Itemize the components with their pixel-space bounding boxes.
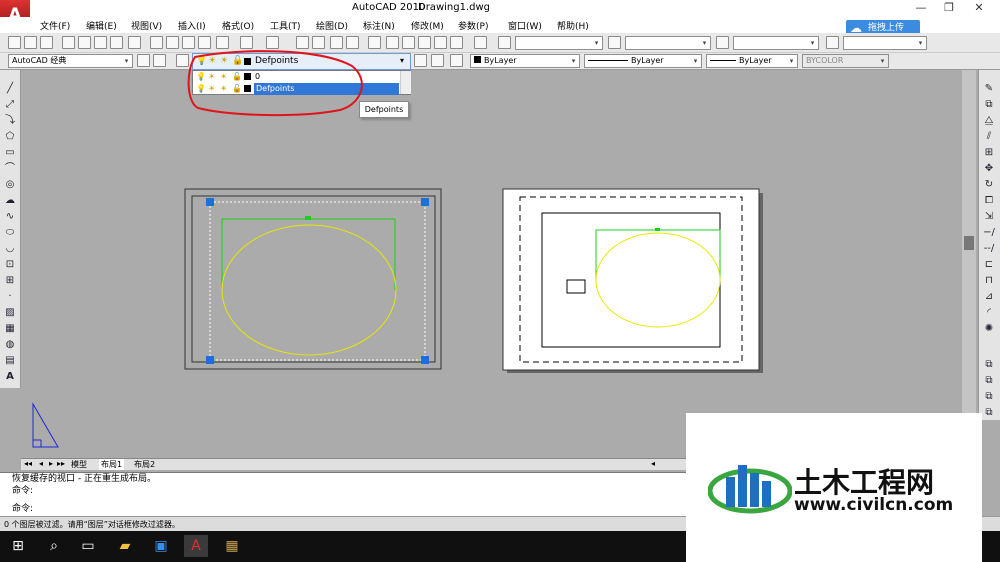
image-viewer-icon[interactable]: ▦ — [220, 535, 244, 557]
hscroll-left-icon[interactable]: ◂ — [651, 459, 655, 468]
layout-tabs: ◂◂ ◂ ▸ ▸▸ 模型 布局1 布局2 ◂ — [21, 458, 686, 470]
watermark-url: www.civilcn.com — [794, 495, 954, 515]
green-frame-left — [221, 218, 396, 290]
tab-nav-prev-icon[interactable]: ◂ — [39, 459, 43, 468]
command-prompt[interactable]: 命令: — [0, 503, 686, 515]
store-icon[interactable]: ▣ — [149, 535, 173, 557]
tab-nav-first-icon[interactable]: ◂◂ — [24, 459, 32, 468]
command-window[interactable]: 恢复缓存的视口 - 正在重生成布局。 命令: 命令: — [0, 472, 686, 516]
search-icon[interactable]: ⌕ — [42, 535, 66, 557]
layout-sheet — [502, 188, 760, 371]
task-view-icon[interactable]: ▭ — [76, 535, 100, 557]
green-marker-left — [305, 216, 311, 220]
green-marker-right — [655, 228, 660, 231]
command-history-line: 命令: — [12, 486, 34, 496]
watermark-logo — [708, 465, 792, 514]
tab-nav-next-icon[interactable]: ▸ — [49, 459, 53, 468]
ellipse-left[interactable] — [221, 224, 397, 356]
grip-top-left[interactable] — [206, 198, 214, 206]
ucs-icon — [32, 402, 59, 448]
grip-bottom-right[interactable] — [421, 356, 429, 364]
autocad-icon[interactable]: A — [184, 535, 208, 557]
command-history-line: 恢复缓存的视口 - 正在重生成布局。 — [12, 474, 156, 484]
status-message: 0 个图层被过滤。请用“图层”对话框修改过滤器。 — [4, 520, 180, 529]
tab-layout2[interactable]: 布局2 — [134, 459, 155, 470]
grip-top-right[interactable] — [421, 198, 429, 206]
windows-start-icon[interactable]: ⊞ — [6, 535, 30, 557]
tab-model[interactable]: 模型 — [71, 459, 87, 470]
annotation-circle — [187, 50, 363, 117]
file-explorer-icon[interactable]: ▰ — [113, 535, 137, 557]
grip-bottom-left[interactable] — [206, 356, 214, 364]
watermark: 土木工程网 www.civilcn.com — [686, 413, 982, 562]
tab-nav-last-icon[interactable]: ▸▸ — [57, 459, 65, 468]
tab-layout1[interactable]: 布局1 — [99, 459, 125, 470]
viewport-border[interactable] — [191, 195, 436, 363]
